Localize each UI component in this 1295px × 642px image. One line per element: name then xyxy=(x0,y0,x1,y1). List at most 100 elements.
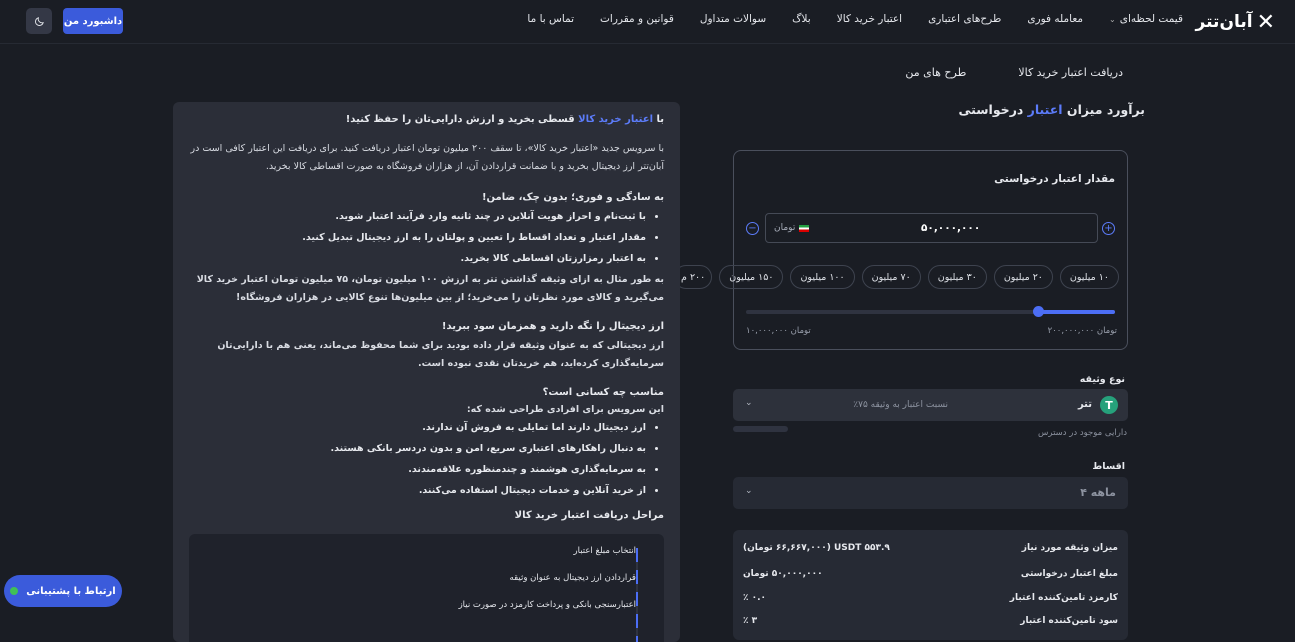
summary-key: میزان وثیقه مورد نیاز xyxy=(1021,543,1118,553)
list-item: مقدار اعتبار و تعداد اقساط را تعیین و پو… xyxy=(184,229,646,247)
amount-label: مقدار اعتبار درخواستی xyxy=(994,173,1115,185)
nav-credit-plans[interactable]: طرح‌های اعتباری xyxy=(928,13,1001,25)
main-nav: قیمت لحظه‌ای⌄ معامله فوری طرح‌های اعتبار… xyxy=(527,13,1183,25)
amount-slider-thumb[interactable] xyxy=(1033,306,1044,317)
step-item: اعتبارسنجی بانکی و پرداخت کارمزد در صورت… xyxy=(458,600,636,610)
info-heading: مراحل دریافت اعتبار خرید کالا xyxy=(514,510,664,521)
iran-flag-icon xyxy=(799,224,810,232)
info-heading: به سادگی و فوری؛ بدون چک، ضامن! xyxy=(481,192,664,203)
collateral-label: نوع وثیقه xyxy=(1079,374,1125,385)
list-item: به دنبال راهکارهای اعتباری سریع، امن و ب… xyxy=(184,440,646,458)
summary-box: میزان وثیقه مورد نیاز ۵۵۳.۹ USDT (۶۶,۶۶۷,… xyxy=(733,530,1128,640)
theme-toggle-button[interactable] xyxy=(26,8,52,34)
calculator-title: برآورد میزان اعتبار درخواستی xyxy=(959,102,1145,117)
list-item: به اعتبار رمزارزتان اقساطی کالا بخرید. xyxy=(184,250,646,268)
summary-value: ۰.۰ ٪ xyxy=(743,593,767,603)
summary-row: میزان وثیقه مورد نیاز ۵۵۳.۹ USDT (۶۶,۶۶۷,… xyxy=(743,543,1118,557)
list-item: از خرید آنلاین و خدمات دیجیتال استفاده م… xyxy=(184,482,646,500)
preset-chip[interactable]: ۲۰ میلیون xyxy=(993,265,1053,289)
installments-value: ۴ ماهه xyxy=(1080,486,1116,499)
summary-row: سود تامین‌کننده اعتبار ۳ ٪ xyxy=(743,616,1118,630)
heading-link[interactable]: اعتبار خرید کالا xyxy=(578,114,653,125)
minus-icon[interactable]: − xyxy=(746,222,759,235)
summary-key: سود تامین‌کننده اعتبار xyxy=(1020,616,1118,626)
info-paragraph: با سرویس جدید «اعتبار خرید کالا»، تا سقف… xyxy=(190,143,664,172)
info-panel: با اعتبار خرید کالا قسطی بخرید و ارزش دا… xyxy=(173,102,680,642)
amount-slider-track[interactable] xyxy=(746,310,1115,314)
tab-my-plans[interactable]: طرح های من xyxy=(905,66,966,79)
preset-chip[interactable]: ۷۰ میلیون xyxy=(861,265,921,289)
summary-key: مبلغ اعتبار درخواستی xyxy=(1020,569,1118,579)
chevron-down-icon: ⌄ xyxy=(1109,15,1116,24)
info-heading: ارز دیجیتال را نگه دارید و همزمان سود بب… xyxy=(441,321,664,332)
info-paragraph: ارز دیجیتالی که به عنوان وثیقه قرار داده… xyxy=(217,340,664,369)
amount-card: مقدار اعتبار درخواستی + − ۵۰,۰۰۰,۰۰۰ توم… xyxy=(674,150,1128,350)
nav-blog[interactable]: بلاگ xyxy=(792,13,811,25)
info-list: ارز دیجیتال دارند اما تمایلی به فروش آن … xyxy=(184,419,664,500)
summary-row: کارمزد تامین‌کننده اعتبار ۰.۰ ٪ xyxy=(743,593,1118,607)
amount-input[interactable]: ۵۰,۰۰۰,۰۰۰ تومان xyxy=(765,213,1098,243)
summary-value: ۵۰,۰۰۰,۰۰۰ تومان xyxy=(743,569,823,579)
available-balance-label: دارایی موجود در دسترس xyxy=(1038,428,1127,438)
summary-value: ۵۵۳.۹ USDT (۶۶,۶۶۷,۰۰۰ تومان) xyxy=(743,543,890,553)
heading-part: قسطی بخرید و ارزش دارایی‌تان را حفظ کنید… xyxy=(345,114,579,125)
tether-icon: T xyxy=(1100,396,1118,414)
preset-chip[interactable]: ۱۰ میلیون xyxy=(1059,265,1119,289)
page-tabs: دریافت اعتبار خرید کالا طرح های من xyxy=(905,66,1123,79)
dashboard-button[interactable]: داشبورد من xyxy=(63,8,123,34)
chevron-down-icon: ⌄ xyxy=(745,398,753,408)
tab-get-credit[interactable]: دریافت اعتبار خرید کالا xyxy=(1018,66,1123,79)
step-item: انتخاب مبلغ اعتبار xyxy=(573,546,637,556)
nav-live-price[interactable]: قیمت لحظه‌ای⌄ xyxy=(1109,13,1183,25)
top-header: آبان‌تتر ✕ قیمت لحظه‌ای⌄ معامله فوری طرح… xyxy=(0,0,1295,44)
summary-row: مبلغ اعتبار درخواستی ۵۰,۰۰۰,۰۰۰ تومان xyxy=(743,569,1118,583)
support-button[interactable]: ارتباط با پشتیبانی xyxy=(4,575,122,607)
info-paragraph: به طور مثال به ازای وثیقه گذاشتن تتر به … xyxy=(196,274,664,303)
nav-contact[interactable]: تماس با ما xyxy=(527,13,574,25)
amount-value: ۵۰,۰۰۰,۰۰۰ xyxy=(921,222,981,234)
summary-key: کارمزد تامین‌کننده اعتبار xyxy=(1009,593,1118,603)
support-label: ارتباط با پشتیبانی xyxy=(26,585,116,597)
collateral-name: تتر xyxy=(1077,399,1092,410)
steps-box: انتخاب مبلغ اعتبار قراردادن ارز دیجیتال … xyxy=(189,534,664,642)
nav-goods-credit[interactable]: اعتبار خرید کالا xyxy=(837,13,902,25)
info-heading: مناسب چه کسانی است؟ xyxy=(542,387,664,398)
info-heading: با اعتبار خرید کالا قسطی بخرید و ارزش دا… xyxy=(184,112,664,128)
preset-chip[interactable]: ۱۰۰ میلیون xyxy=(790,265,855,289)
collateral-select[interactable]: T تتر نسبت اعتبار به وثیقه ۷۵٪ ⌄ xyxy=(733,389,1128,421)
logo-text: آبان‌تتر xyxy=(1195,12,1253,32)
logo-x-icon: ✕ xyxy=(1256,9,1275,35)
info-paragraph: این سرویس برای افرادی طراحی شده که: xyxy=(466,404,664,415)
step-item: قراردادن ارز دیجیتال به عنوان وثیقه xyxy=(509,573,636,583)
steps-timeline xyxy=(636,548,638,642)
preset-chip[interactable]: ۱۵۰ میلیون xyxy=(719,265,784,289)
nav-label: قیمت لحظه‌ای xyxy=(1119,13,1183,25)
logo[interactable]: آبان‌تتر ✕ xyxy=(1195,9,1275,35)
list-item: با ثبت‌نام و احراز هویت آنلاین در چند ثا… xyxy=(184,208,646,226)
nav-rules[interactable]: قوانین و مقررات xyxy=(600,13,674,25)
currency-text: تومان xyxy=(774,223,796,233)
plus-icon[interactable]: + xyxy=(1102,222,1115,235)
installments-label: اقساط xyxy=(1092,461,1125,472)
installments-select[interactable]: ۴ ماهه ⌄ xyxy=(733,477,1128,509)
list-item: به سرمایه‌گذاری هوشمند و چندمنظوره علاقه… xyxy=(184,461,646,479)
moon-icon xyxy=(34,16,44,26)
preset-chip[interactable]: ۳۰ میلیون xyxy=(927,265,987,289)
title-accent: اعتبار xyxy=(1027,102,1063,117)
nav-faq[interactable]: سوالات متداول xyxy=(700,13,766,25)
collateral-ratio: نسبت اعتبار به وثیقه ۷۵٪ xyxy=(853,400,948,410)
nav-instant-trade[interactable]: معامله فوری xyxy=(1027,13,1083,25)
loading-skeleton xyxy=(733,426,788,432)
title-part: برآورد میزان xyxy=(1062,102,1145,117)
heading-part: با xyxy=(653,114,664,125)
info-content: با اعتبار خرید کالا قسطی بخرید و ارزش دا… xyxy=(184,112,664,524)
chevron-down-icon: ⌄ xyxy=(745,486,753,496)
amount-presets: ۱۰ میلیون ۲۰ میلیون ۳۰ میلیون ۷۰ میلیون … xyxy=(674,265,1119,289)
info-list: با ثبت‌نام و احراز هویت آنلاین در چند ثا… xyxy=(184,208,664,268)
amount-slider-fill xyxy=(1038,310,1115,314)
title-part: درخواستی xyxy=(958,102,1028,117)
range-min: ۱۰,۰۰۰,۰۰۰ تومان xyxy=(746,326,811,336)
online-status-icon xyxy=(10,587,19,595)
currency-label: تومان xyxy=(774,223,810,233)
list-item: ارز دیجیتال دارند اما تمایلی به فروش آن … xyxy=(184,419,646,437)
